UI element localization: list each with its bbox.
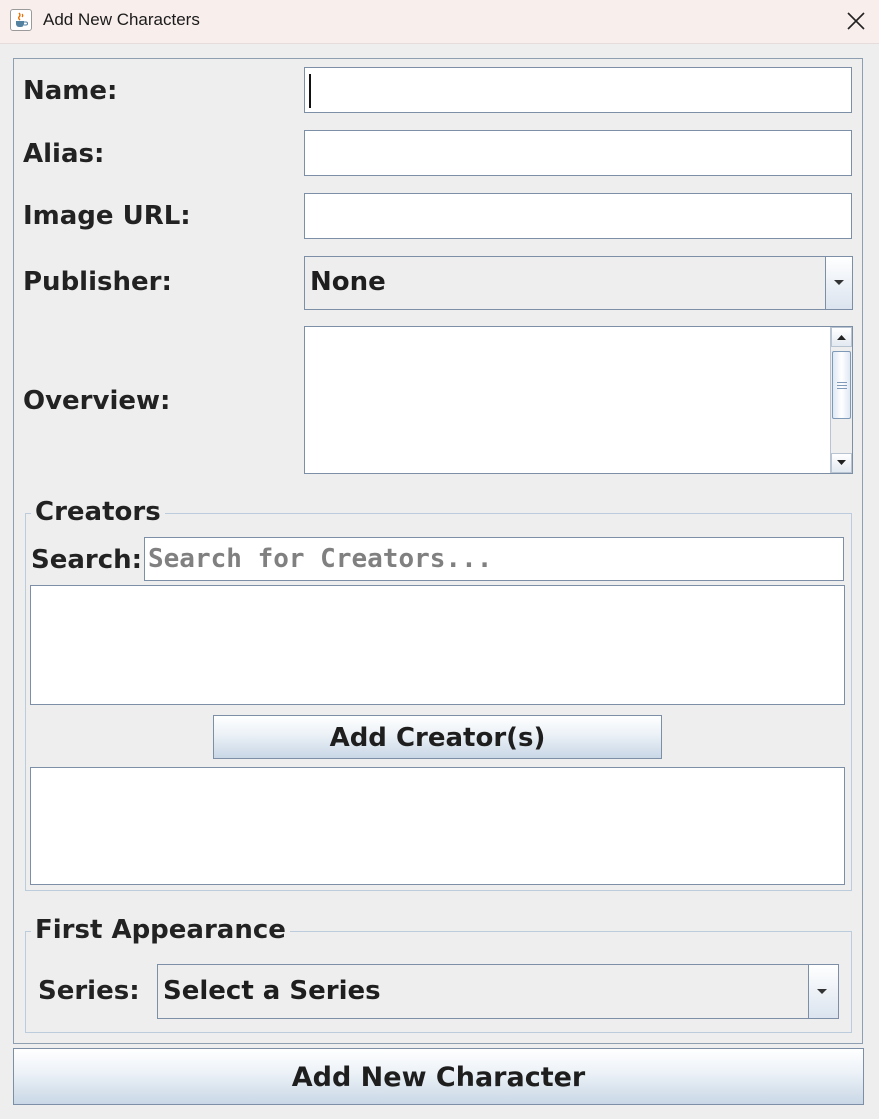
series-dropdown-button[interactable]	[808, 965, 838, 1018]
arrow-down-icon	[837, 460, 846, 465]
close-icon	[847, 12, 865, 30]
selected-creators-list[interactable]	[30, 767, 845, 885]
title-bar: Add New Characters	[0, 0, 879, 44]
add-new-character-button[interactable]: Add New Character	[13, 1048, 864, 1105]
image-url-label: Image URL:	[23, 201, 191, 231]
publisher-dropdown-button[interactable]	[825, 257, 852, 309]
scroll-thumb[interactable]	[832, 351, 851, 419]
publisher-dropdown[interactable]: None	[304, 256, 853, 310]
add-creators-button[interactable]: Add Creator(s)	[213, 715, 662, 759]
image-url-field[interactable]	[304, 193, 852, 239]
text-caret	[309, 74, 311, 108]
java-cup-icon	[10, 9, 32, 31]
overview-scrollbar[interactable]	[830, 327, 852, 473]
creators-search-label: Search:	[31, 545, 143, 575]
chevron-down-icon	[834, 280, 844, 285]
close-button[interactable]	[843, 8, 869, 34]
scroll-down-button[interactable]	[831, 453, 852, 473]
series-dropdown[interactable]: Select a Series	[157, 964, 839, 1019]
creators-results-list[interactable]	[30, 585, 845, 705]
name-field[interactable]	[304, 67, 852, 113]
name-label: Name:	[23, 76, 118, 106]
chevron-down-icon	[817, 988, 827, 994]
alias-field[interactable]	[304, 130, 852, 176]
series-label: Series:	[38, 976, 140, 1006]
publisher-label: Publisher:	[23, 267, 172, 297]
arrow-up-icon	[837, 335, 846, 340]
creators-group-title: Creators	[31, 497, 165, 527]
overview-label: Overview:	[23, 386, 171, 416]
scroll-up-button[interactable]	[831, 327, 852, 347]
series-selected-value: Select a Series	[163, 976, 381, 1006]
creators-search-input[interactable]	[144, 537, 844, 581]
publisher-selected-value: None	[310, 267, 386, 297]
first-appearance-group-title: First Appearance	[31, 915, 290, 945]
alias-label: Alias:	[23, 139, 105, 169]
overview-textarea[interactable]	[304, 326, 853, 474]
creators-search-text[interactable]	[148, 538, 838, 580]
window-title: Add New Characters	[43, 10, 200, 29]
